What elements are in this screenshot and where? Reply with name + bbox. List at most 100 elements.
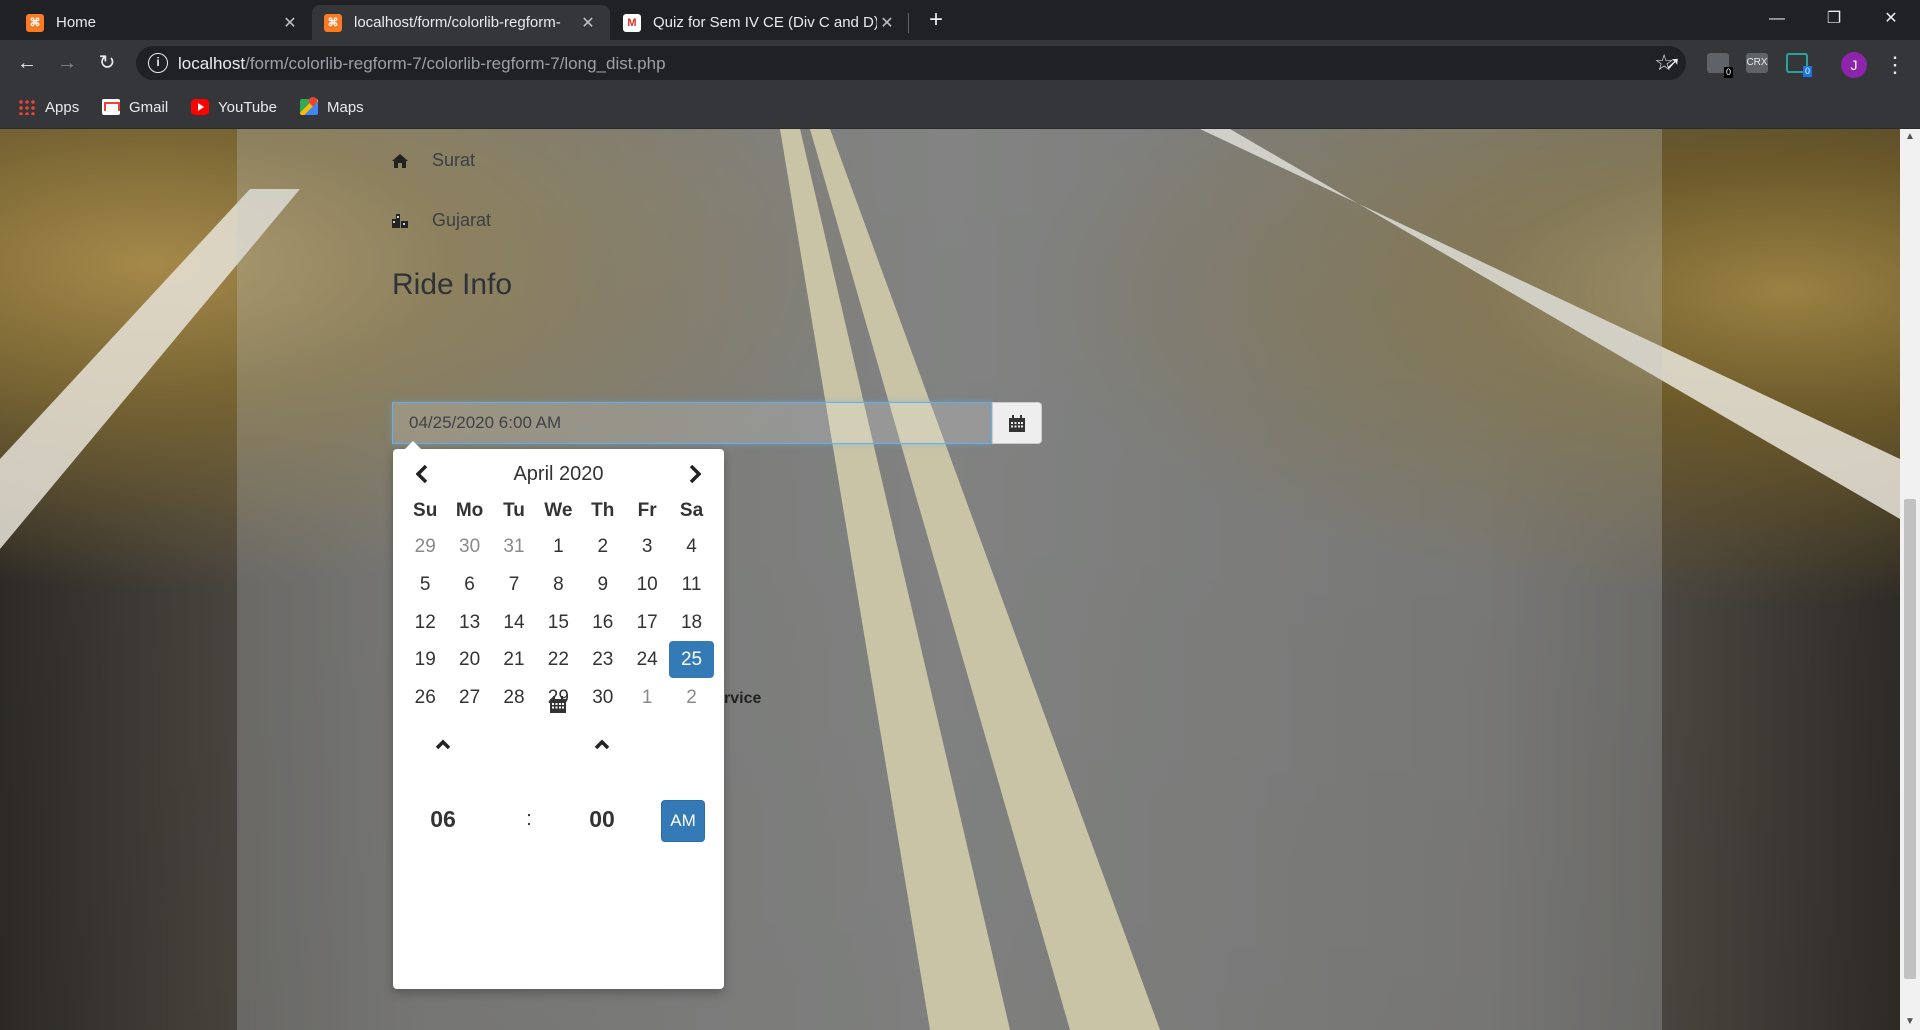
calendar-day[interactable]: 4 <box>669 528 713 565</box>
month-switch[interactable]: April 2020 <box>473 459 644 489</box>
profile-avatar[interactable]: J <box>1841 52 1867 78</box>
datetime-input[interactable]: 04/25/2020 6:00 AM <box>392 402 992 444</box>
calendar-day[interactable]: 18 <box>669 604 713 641</box>
calendar-icon <box>1009 414 1025 432</box>
hour-display[interactable]: 06 <box>413 797 473 841</box>
calendar-day[interactable]: 14 <box>492 604 536 641</box>
calendar-day[interactable]: 12 <box>403 604 447 641</box>
calendar-day[interactable]: 16 <box>581 604 625 641</box>
city-row: Surat <box>392 150 475 171</box>
calendar-day[interactable]: 29 <box>403 528 447 565</box>
calendar-day[interactable]: 31 <box>492 528 536 565</box>
close-tab-icon[interactable]: ✕ <box>578 13 598 33</box>
calendar-day[interactable]: 23 <box>581 641 625 678</box>
calendar-day[interactable]: 10 <box>625 566 669 603</box>
calendar-addon-button[interactable] <box>992 402 1042 444</box>
browser-toolbar: ← → ↻ i localhost/form/colorlib-regform-… <box>0 40 1920 86</box>
xampp-favicon-icon: ⌘ <box>26 13 44 32</box>
city-value: Surat <box>432 150 476 170</box>
info-icon[interactable]: i <box>148 53 168 73</box>
address-bar[interactable]: i localhost/form/colorlib-regform-7/colo… <box>136 46 1686 80</box>
calendar-day[interactable]: 5 <box>403 566 447 603</box>
extension-label: CRX <box>1746 57 1768 68</box>
back-arrow-icon[interactable]: ← <box>12 48 42 78</box>
calendar-day[interactable]: 20 <box>447 641 491 678</box>
calendar-day[interactable]: 15 <box>536 604 580 641</box>
browser-menu-icon[interactable]: ⋮ <box>1884 50 1906 80</box>
scrollbar-thumb[interactable] <box>1904 499 1916 979</box>
weekday-label: We <box>544 500 573 521</box>
calendar-day[interactable]: 22 <box>536 641 580 678</box>
xampp-favicon-icon: ⌘ <box>324 13 342 32</box>
maps-icon <box>300 99 318 115</box>
toggle-calendar-button[interactable] <box>538 689 578 719</box>
calendar-day[interactable]: 30 <box>447 528 491 565</box>
crx-extension-icon[interactable]: CRX <box>1746 53 1768 73</box>
url-host: localhost <box>178 54 246 73</box>
tab-quiz[interactable]: M Quiz for Sem IV CE (Div C and D) ✕ <box>611 5 909 40</box>
cursor-extension-icon[interactable]: ➚ <box>1662 53 1684 73</box>
calendar-day[interactable]: 30 <box>581 679 625 716</box>
reload-icon[interactable]: ↻ <box>92 48 122 78</box>
bookmark-gmail[interactable]: Gmail <box>102 97 168 117</box>
prev-month-button[interactable] <box>404 459 440 489</box>
minute-display[interactable]: 00 <box>572 797 632 841</box>
close-window-icon[interactable]: ✕ <box>1862 0 1920 38</box>
new-tab-button[interactable]: + <box>922 6 950 34</box>
datetime-picker-popup: April 2020 Su Mo Tu We Th Fr Sa 29 30 31 1 2 3 4 5 6 7 8… <box>393 441 724 989</box>
tracker-extension-icon[interactable]: 0 <box>1786 53 1812 77</box>
chevron-up-icon <box>594 739 610 749</box>
calendar-day[interactable]: 26 <box>403 679 447 716</box>
calendar-day[interactable]: 28 <box>492 679 536 716</box>
calendar-day[interactable]: 7 <box>492 566 536 603</box>
calendar-week-row: 29 30 31 1 2 3 4 <box>403 528 714 565</box>
forward-arrow-icon[interactable]: → <box>52 48 82 78</box>
calendar-day[interactable]: 19 <box>403 641 447 678</box>
close-tab-icon[interactable]: ✕ <box>877 13 897 33</box>
chevron-up-icon <box>435 739 451 749</box>
calendar-day[interactable]: 9 <box>581 566 625 603</box>
vertical-scrollbar[interactable]: ▲ ▼ <box>1900 129 1920 1030</box>
next-month-button[interactable] <box>677 459 713 489</box>
bookmarks-bar: Apps Gmail YouTube Maps <box>0 86 1920 129</box>
weekday-label: Mo <box>455 500 484 521</box>
calendar-day[interactable]: 24 <box>625 641 669 678</box>
youtube-icon <box>191 99 209 115</box>
bookmark-maps[interactable]: Maps <box>300 97 364 117</box>
minimize-icon[interactable]: — <box>1748 0 1806 38</box>
increment-minute-button[interactable] <box>582 724 622 764</box>
state-value: Gujarat <box>432 210 492 230</box>
calendar-day[interactable]: 11 <box>669 566 713 603</box>
calendar-day[interactable]: 2 <box>581 528 625 565</box>
bookmark-youtube[interactable]: YouTube <box>191 97 277 117</box>
bookmark-apps[interactable]: Apps <box>18 97 79 117</box>
calendar-day[interactable]: 17 <box>625 604 669 641</box>
am-pm-toggle-button[interactable]: AM <box>661 800 705 842</box>
calendar-day[interactable]: 8 <box>536 566 580 603</box>
partially-hidden-label: rvice <box>724 690 762 707</box>
calendar-day[interactable]: 2 <box>669 679 713 716</box>
close-tab-icon[interactable]: ✕ <box>280 13 300 33</box>
increment-hour-button[interactable] <box>423 724 463 764</box>
calendar-day[interactable]: 13 <box>447 604 491 641</box>
bookmark-label: Apps <box>45 98 80 116</box>
calendar-day[interactable]: 3 <box>625 528 669 565</box>
calendar-day[interactable]: 1 <box>536 528 580 565</box>
tab-home[interactable]: ⌘ Home ✕ <box>14 5 312 40</box>
scroll-down-arrow-icon[interactable]: ▼ <box>1900 1014 1920 1030</box>
calendar-day-selected[interactable]: 25 <box>669 641 714 679</box>
calendar-day[interactable]: 1 <box>625 679 669 716</box>
scroll-up-arrow-icon[interactable]: ▲ <box>1900 129 1920 145</box>
tab-long-dist[interactable]: ⌘ localhost/form/colorlib-regform- ✕ <box>312 5 610 40</box>
extension-icon[interactable]: 0 <box>1707 53 1733 78</box>
calendar-day[interactable]: 6 <box>447 566 491 603</box>
weekday-label: Fr <box>637 500 657 521</box>
bookmark-label: Gmail <box>129 98 169 116</box>
url-text[interactable]: localhost/form/colorlib-regform-7/colorl… <box>178 54 666 74</box>
calendar-day[interactable]: 27 <box>447 679 491 716</box>
extension-badge: 0 <box>1723 67 1733 78</box>
restore-icon[interactable]: ❐ <box>1805 0 1863 38</box>
apps-grid-icon <box>18 99 36 115</box>
calendar-day[interactable]: 21 <box>492 641 536 678</box>
calendar-header: April 2020 <box>393 459 724 489</box>
